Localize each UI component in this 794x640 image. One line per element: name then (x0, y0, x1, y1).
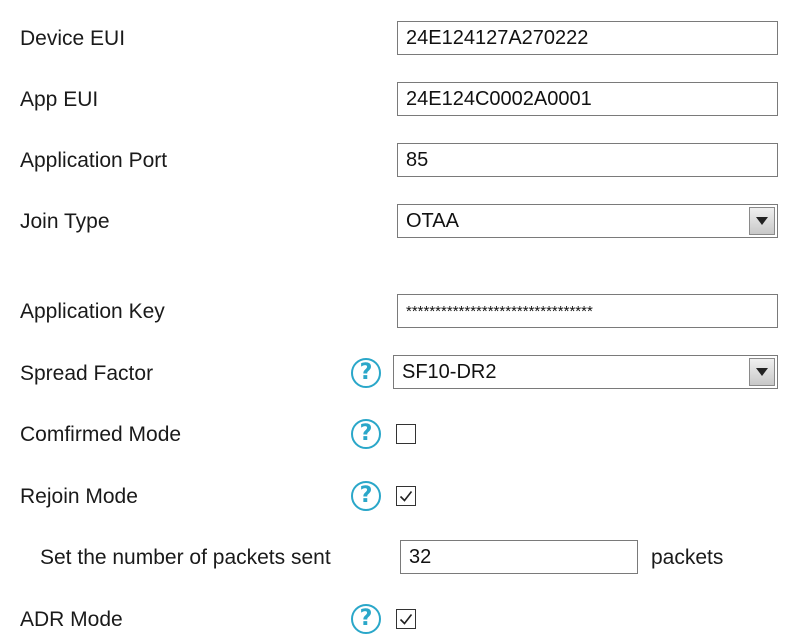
help-icon[interactable]: ? (351, 358, 381, 388)
spread-factor-label: Spread Factor (20, 362, 154, 385)
app-eui-label: App EUI (20, 88, 99, 111)
join-type-value: OTAA (406, 209, 459, 232)
help-icon[interactable]: ? (351, 604, 381, 634)
packets-unit-label: packets (651, 546, 724, 569)
application-port-input[interactable]: 85 (397, 143, 778, 177)
chevron-down-icon (756, 368, 768, 376)
help-icon[interactable]: ? (351, 481, 381, 511)
chevron-down-icon (756, 217, 768, 225)
adr-mode-checkbox[interactable] (396, 609, 416, 629)
adr-mode-label: ADR Mode (20, 608, 123, 631)
packets-sent-label: Set the number of packets sent (40, 546, 331, 569)
confirmed-mode-label: Comfirmed Mode (20, 423, 182, 446)
help-icon[interactable]: ? (351, 419, 381, 449)
device-eui-input[interactable]: 24E124127A270222 (397, 21, 778, 55)
application-port-label: Application Port (20, 149, 168, 172)
spread-factor-value: SF10-DR2 (402, 360, 497, 383)
join-type-select[interactable]: OTAA (397, 204, 778, 238)
spread-factor-dropdown-button[interactable] (749, 358, 775, 386)
app-eui-input[interactable]: 24E124C0002A0001 (397, 82, 778, 116)
confirmed-mode-checkbox[interactable] (396, 424, 416, 444)
application-key-input[interactable]: ******************************** (397, 294, 778, 328)
application-key-label: Application Key (20, 300, 165, 323)
checkmark-icon (399, 491, 413, 502)
join-type-dropdown-button[interactable] (749, 207, 775, 235)
rejoin-mode-checkbox[interactable] (396, 486, 416, 506)
checkmark-icon (399, 614, 413, 625)
packets-sent-input[interactable]: 32 (400, 540, 638, 574)
device-eui-label: Device EUI (20, 27, 126, 50)
spread-factor-select[interactable]: SF10-DR2 (393, 355, 778, 389)
rejoin-mode-label: Rejoin Mode (20, 485, 138, 508)
join-type-label: Join Type (20, 210, 110, 233)
